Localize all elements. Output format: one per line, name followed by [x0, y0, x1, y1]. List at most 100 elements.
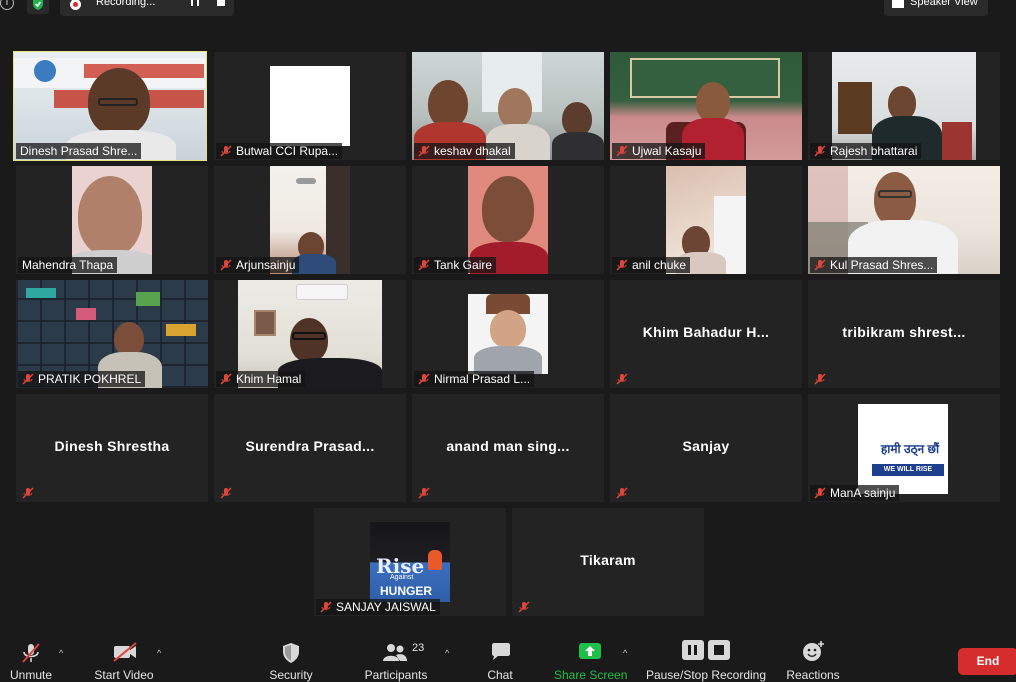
shield-check-icon	[33, 0, 43, 10]
muted-mic-icon	[616, 373, 628, 385]
video-feed	[468, 294, 548, 374]
end-meeting-button[interactable]: End	[958, 648, 1016, 675]
muted-mic-icon	[418, 373, 430, 385]
participant-name-display: anand man sing...	[446, 438, 570, 454]
mana-logo-subtext: WE WILL RISE	[872, 464, 944, 476]
muted-mic-icon	[220, 145, 232, 157]
stop-recording-icon[interactable]	[217, 0, 225, 6]
participant-name: Ujwal Kasaju	[632, 144, 702, 158]
muted-mic-icon	[814, 487, 826, 499]
rise-figure-icon	[428, 550, 442, 570]
participant-name-tag: SANJAY JAISWAL	[316, 599, 440, 615]
security-shield-icon	[283, 643, 299, 663]
share-screen-arrow-icon	[579, 643, 601, 659]
participant-tile[interactable]: Ujwal Kasaju	[610, 52, 802, 160]
participant-tile[interactable]: Tank Gaire	[412, 166, 604, 274]
participant-tile[interactable]: Dinesh Prasad Shre...	[13, 51, 207, 161]
muted-mic-icon	[418, 487, 430, 499]
participants-count: 23	[412, 642, 425, 654]
participant-name-tag: Rajesh bhattarai	[810, 143, 922, 159]
info-icon[interactable]: i	[0, 0, 14, 10]
participant-tile[interactable]: anand man sing...	[412, 394, 604, 502]
speaker-view-button[interactable]: Speaker View	[884, 0, 988, 16]
participant-tile[interactable]: Dinesh Shrestha	[16, 394, 208, 502]
participant-tile[interactable]: Sanjay	[610, 394, 802, 502]
participant-name-tag: Kul Prasad Shres...	[810, 257, 938, 273]
participant-name-display: Surendra Prasad...	[245, 438, 375, 454]
participant-name-display: tribikram shrest...	[842, 324, 966, 340]
participant-tile[interactable]: Rise Against HUNGER SANJAY JAISWAL	[314, 508, 506, 616]
muted-mic-icon	[220, 373, 232, 385]
participant-tile[interactable]: PRATIK POKHREL	[16, 280, 208, 388]
participants-options-caret-icon[interactable]: ^	[445, 648, 449, 658]
participant-tile[interactable]: Nirmal Prasad L...	[412, 280, 604, 388]
pause-recording-icon[interactable]	[191, 0, 199, 6]
participant-name-tag: Dinesh Prasad Shre...	[16, 143, 142, 159]
participant-name-tag: Tank Gaire	[414, 257, 497, 273]
reactions-emoji-icon	[803, 641, 824, 661]
muted-mic-icon	[518, 601, 530, 613]
participant-name-display: Khim Bahadur H...	[642, 324, 770, 340]
participant-tile[interactable]: keshav dhakal	[412, 52, 604, 160]
participant-name: Kul Prasad Shres...	[830, 258, 934, 272]
video-off-icon	[113, 642, 137, 662]
recording-label: Recording...	[96, 0, 156, 8]
participant-name: Tank Gaire	[434, 258, 493, 272]
participant-name-tag: Khim Hamal	[216, 371, 306, 387]
participant-tile[interactable]: Kul Prasad Shres...	[808, 166, 1000, 274]
participant-tile[interactable]: हामी उठ्न छौं WE WILL RISE ManA sainju	[808, 394, 1000, 502]
video-options-caret-icon[interactable]: ^	[157, 648, 161, 658]
share-options-caret-icon[interactable]: ^	[623, 648, 627, 658]
muted-mic-icon	[616, 259, 628, 271]
muted-mic-icon	[814, 373, 826, 385]
participant-tile[interactable]: anil chuke	[610, 166, 802, 274]
stop-recording-icon[interactable]	[708, 640, 730, 660]
unmute-label: Unmute	[9, 668, 53, 682]
encryption-badge[interactable]	[27, 0, 49, 14]
muted-mic-icon	[418, 145, 430, 157]
participant-name: Butwal CCI Rupa...	[236, 144, 339, 158]
participant-name: Arjunsainju	[236, 258, 296, 272]
participant-name-tag: Ujwal Kasaju	[612, 143, 706, 159]
participant-tile[interactable]: Khim Bahadur H...	[610, 280, 802, 388]
participants-label: Participants	[364, 668, 428, 682]
participant-tile[interactable]: Tikaram	[512, 508, 704, 616]
participant-name-tag: Butwal CCI Rupa...	[216, 143, 343, 159]
video-feed	[270, 66, 350, 146]
muted-mic-icon	[616, 145, 628, 157]
audio-options-caret-icon[interactable]: ^	[59, 648, 63, 658]
recording-indicator: Recording...	[60, 0, 234, 16]
muted-mic-icon	[220, 259, 232, 271]
participant-name-tag	[18, 485, 38, 501]
participant-tile[interactable]: Surendra Prasad...	[214, 394, 406, 502]
participant-name: Nirmal Prasad L...	[434, 372, 531, 386]
participant-tile[interactable]: Butwal CCI Rupa...	[214, 52, 406, 160]
participant-tile[interactable]: tribikram shrest...	[808, 280, 1000, 388]
participant-name-tag: Arjunsainju	[216, 257, 300, 273]
participant-name-display: Sanjay	[682, 438, 730, 454]
participant-name: keshav dhakal	[434, 144, 511, 158]
participant-name-tag: anil chuke	[612, 257, 691, 273]
participant-name: Dinesh Prasad Shre...	[20, 144, 138, 158]
speaker-view-label: Speaker View	[910, 0, 978, 8]
participant-name-tag: Nirmal Prasad L...	[414, 371, 535, 387]
speaker-view-icon	[892, 0, 904, 8]
participant-tile[interactable]: Mahendra Thapa	[16, 166, 208, 274]
meeting-toolbar: Unmute ^ Start Video ^ Security 23 Parti…	[0, 632, 1016, 682]
participant-name-tag: keshav dhakal	[414, 143, 515, 159]
participants-icon	[383, 644, 407, 661]
participant-tile[interactable]: Khim Hamal	[214, 280, 406, 388]
participant-name-tag	[612, 485, 632, 501]
pause-recording-icon[interactable]	[682, 640, 704, 660]
participant-tile[interactable]: Arjunsainju	[214, 166, 406, 274]
muted-mic-icon	[220, 487, 232, 499]
pause-stop-recording-label: Pause/Stop Recording	[645, 668, 767, 682]
participant-tile[interactable]: Rajesh bhattarai	[808, 52, 1000, 160]
participant-name: ManA sainju	[830, 486, 896, 500]
meeting-top-bar: i Recording... Speaker View	[0, 0, 1016, 18]
participant-name-display: Dinesh Shrestha	[54, 438, 170, 454]
muted-mic-icon	[814, 145, 826, 157]
rise-logo-hunger: HUNGER	[380, 584, 433, 598]
muted-mic-icon	[418, 259, 430, 271]
participant-name-display: Tikaram	[580, 552, 636, 568]
